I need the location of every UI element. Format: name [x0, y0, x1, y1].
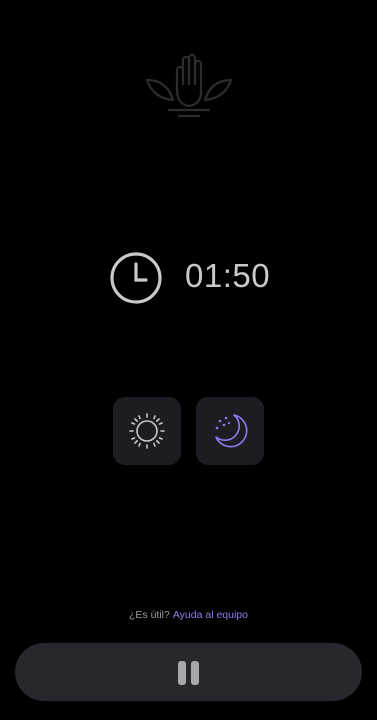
help-prompt: ¿Es útil? Ayuda al equipo — [0, 608, 377, 622]
moon-stars-icon — [215, 414, 248, 448]
day-mode-button[interactable] — [113, 397, 181, 465]
timer-display: 01:50 — [185, 257, 271, 294]
night-mode-button[interactable] — [196, 397, 264, 465]
timer-row: 01:50 — [0, 248, 377, 306]
helpful-question: ¿Es útil? — [129, 609, 170, 621]
clock-icon — [110, 252, 162, 304]
pause-icon — [178, 661, 200, 685]
lotus-hand-logo-icon — [145, 53, 233, 118]
sun-icon — [129, 413, 165, 449]
pause-button[interactable] — [15, 643, 362, 701]
help-team-link[interactable]: Ayuda al equipo — [173, 609, 248, 621]
